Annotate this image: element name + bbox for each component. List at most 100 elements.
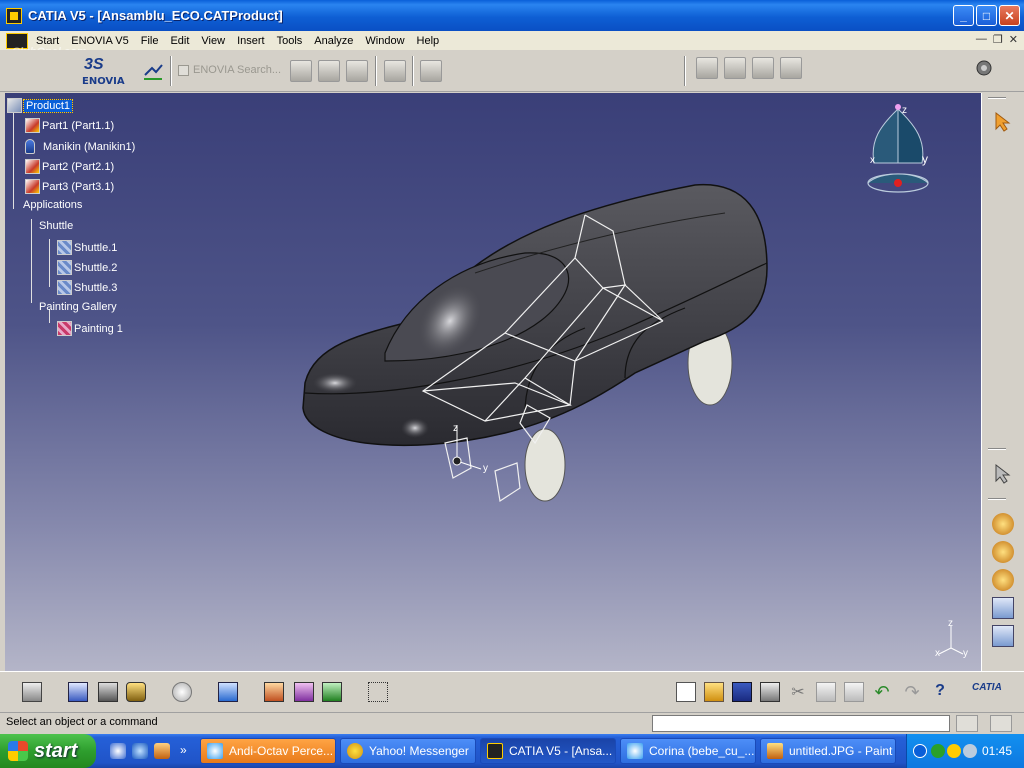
taskbar-item-chat[interactable]: Andi-Octav Perce... — [200, 738, 336, 764]
taskbar-item-paint[interactable]: untitled.JPG - Paint — [760, 738, 896, 764]
tree-item-shuttle-2[interactable]: Shuttle.2 — [57, 260, 117, 275]
tray-clock[interactable]: 01:45 — [982, 744, 1012, 758]
menu-tools[interactable]: Tools — [271, 35, 309, 47]
tree-item-painting-gallery[interactable]: Painting Gallery — [39, 301, 117, 313]
close-button[interactable]: ✕ — [999, 5, 1020, 26]
tray-messenger-icon[interactable] — [947, 744, 961, 758]
enovia-logo[interactable]: 3S ENOVIA — [80, 56, 132, 88]
cut-icon[interactable]: ✂ — [788, 682, 808, 702]
menu-window[interactable]: Window — [359, 35, 410, 47]
whats-this-help-icon[interactable]: ? — [930, 682, 950, 702]
taskbar-item-catia[interactable]: CATIA V5 - [Ansa... — [480, 738, 616, 764]
toolbar-separator — [988, 448, 1006, 450]
paste-settings-icon[interactable] — [780, 57, 802, 79]
menu-analyze[interactable]: Analyze — [308, 35, 359, 47]
specification-tree[interactable]: Product1 Part1 (Part1.1) Manikin (Maniki… — [5, 95, 205, 336]
grid-select-icon[interactable] — [368, 682, 388, 702]
track-icon[interactable] — [98, 682, 118, 702]
start-button[interactable]: start — [0, 734, 96, 768]
tree-item-part2[interactable]: Part2 (Part2.1) — [25, 159, 114, 174]
nose-highlight — [313, 373, 357, 393]
doc-close-button[interactable]: ✕ — [1009, 33, 1018, 46]
catia-logo[interactable]: CATIA — [972, 682, 1012, 702]
enovia-doc-icon[interactable] — [318, 60, 340, 82]
title-bar: CATIA V5 - [Ansamblu_ECO.CATProduct] _ □… — [0, 0, 1024, 31]
select-arrow-icon[interactable] — [992, 111, 1014, 133]
enovia-refresh-icon[interactable] — [420, 60, 442, 82]
status-bar: Select an object or a command — [0, 712, 1024, 733]
doc-restore-button[interactable]: ❐ — [993, 33, 1003, 46]
maximize-button[interactable]: □ — [976, 5, 997, 26]
open-folder-icon[interactable] — [704, 682, 724, 702]
print-icon[interactable] — [760, 682, 780, 702]
tree-item-part3[interactable]: Part3 (Part3.1) — [25, 179, 114, 194]
menu-help[interactable]: Help — [411, 35, 446, 47]
tree-root-product[interactable]: Product1 — [7, 98, 74, 113]
replace-component-icon[interactable] — [992, 597, 1014, 619]
minimize-button[interactable]: _ — [953, 5, 974, 26]
menu-enovia[interactable]: ENOVIA V5 — [65, 35, 134, 47]
chevron-more-icon[interactable] — [724, 57, 746, 79]
taskbar-item-corina[interactable]: Corina (bebe_cu_... — [620, 738, 756, 764]
copy-settings-icon[interactable] — [752, 57, 774, 79]
simulation-icon[interactable] — [172, 682, 192, 702]
sequence-icon[interactable] — [126, 682, 146, 702]
tree-item-painting-1[interactable]: Painting 1 — [57, 321, 123, 336]
menu-edit[interactable]: Edit — [164, 35, 195, 47]
undo-icon[interactable]: ↶ — [872, 682, 892, 702]
tray-expand-icon[interactable] — [913, 744, 927, 758]
quicklaunch-ie-icon[interactable] — [132, 743, 148, 759]
catia-app-icon[interactable] — [6, 7, 22, 24]
menu-start[interactable]: Start — [30, 35, 65, 47]
manipulate-icon[interactable] — [992, 463, 1014, 485]
enovia-frame-icon[interactable] — [346, 60, 368, 82]
3d-viewport[interactable]: z y Product1 Part1 (Part1.1) Manikin (Ma… — [5, 93, 981, 671]
tree-item-shuttle[interactable]: Shuttle — [39, 220, 73, 232]
tray-network-icon[interactable] — [931, 744, 945, 758]
redo-icon[interactable]: ↷ — [902, 682, 922, 702]
menu-file[interactable]: File — [135, 35, 165, 47]
compass-icon[interactable]: x y z — [860, 101, 936, 196]
shuttle-tool-icon[interactable] — [22, 682, 42, 702]
scene-icon[interactable] — [322, 682, 342, 702]
enovia-tree-icon[interactable] — [290, 60, 312, 82]
save-icon[interactable] — [732, 682, 752, 702]
toolbar-separator — [988, 498, 1006, 500]
tree-item-applications[interactable]: Applications — [23, 199, 82, 211]
enovia-search-checkbox[interactable] — [178, 64, 189, 76]
existing-component-icon[interactable] — [992, 569, 1014, 591]
paste-icon[interactable] — [844, 682, 864, 702]
copy-icon[interactable] — [816, 682, 836, 702]
tree-item-manikin[interactable]: Manikin (Manikin1) — [25, 139, 135, 154]
quicklaunch-more-icon[interactable]: » — [180, 743, 196, 759]
quicklaunch-app-icon[interactable] — [154, 743, 170, 759]
compass-y-label: y — [922, 152, 928, 166]
material-icon[interactable] — [294, 682, 314, 702]
render-icon[interactable] — [264, 682, 284, 702]
tray-monitor-icon[interactable] — [963, 744, 977, 758]
doc-minimize-button[interactable]: — — [976, 33, 987, 46]
enovia-connect-icon[interactable] — [142, 59, 164, 81]
command-cancel-button[interactable] — [990, 715, 1012, 732]
enovia-search[interactable]: ENOVIA Search... — [178, 64, 281, 76]
new-file-icon[interactable] — [676, 682, 696, 702]
menu-view[interactable]: View — [195, 35, 231, 47]
clash-icon[interactable] — [218, 682, 238, 702]
graph-tree-icon[interactable] — [992, 625, 1014, 647]
tree-item-shuttle-1[interactable]: Shuttle.1 — [57, 240, 117, 255]
compass-z-label: z — [902, 105, 907, 116]
taskbar-item-yahoo[interactable]: Yahoo! Messenger — [340, 738, 476, 764]
catalog-gear-icon[interactable] — [992, 513, 1014, 535]
command-input[interactable] — [652, 715, 950, 732]
measure-icon[interactable] — [68, 682, 88, 702]
constraint-icon[interactable] — [696, 57, 718, 79]
command-history-button[interactable] — [956, 715, 978, 732]
enovia-save-icon[interactable] — [384, 60, 406, 82]
quicklaunch-desktop-icon[interactable] — [110, 743, 126, 759]
component-gear-icon[interactable] — [992, 541, 1014, 563]
gear-icon[interactable] — [973, 57, 995, 79]
document-window-controls: — ❐ ✕ — [976, 33, 1018, 46]
tree-item-shuttle-3[interactable]: Shuttle.3 — [57, 280, 117, 295]
tree-item-part1[interactable]: Part1 (Part1.1) — [25, 118, 114, 133]
menu-insert[interactable]: Insert — [231, 35, 271, 47]
